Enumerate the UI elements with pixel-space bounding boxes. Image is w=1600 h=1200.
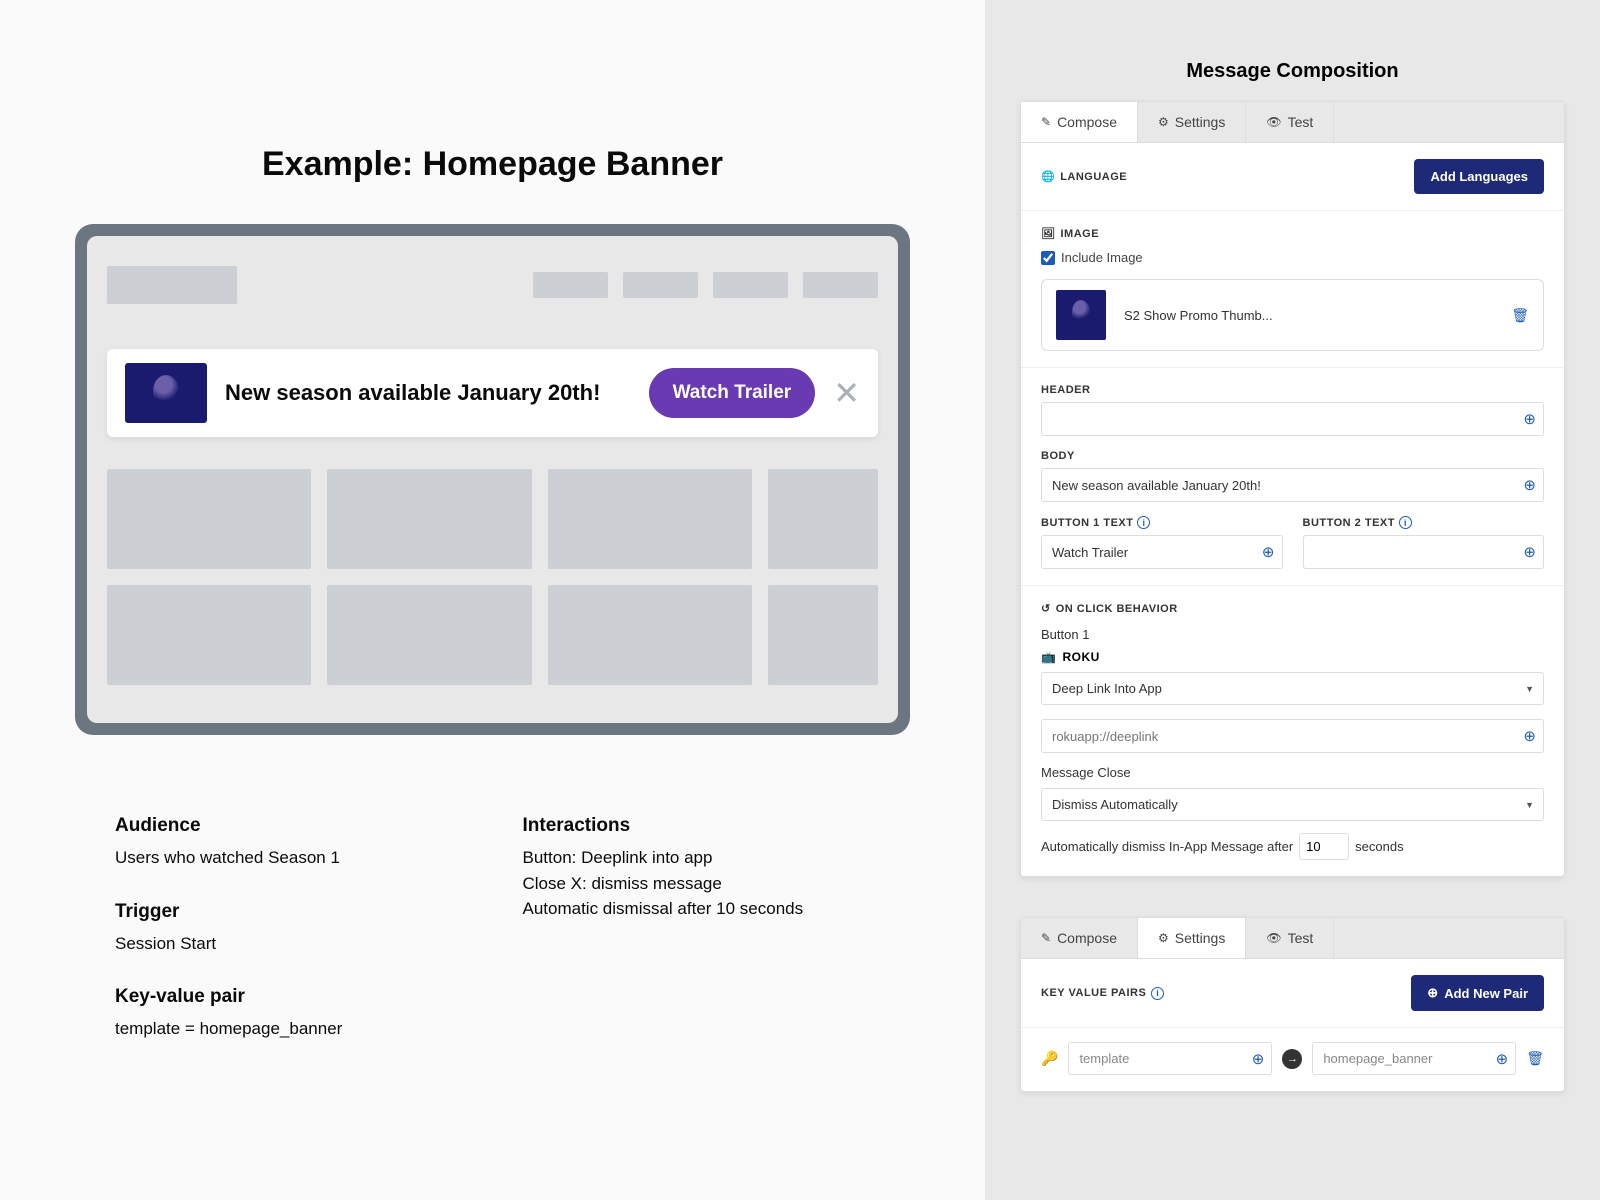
mock-card (327, 469, 531, 569)
tab-settings[interactable]: ⚙Settings (1138, 102, 1246, 142)
button1-label: BUTTON 1 TEXT (1041, 517, 1133, 529)
platform-label: ROKU (1062, 650, 1099, 664)
globe-icon: 🌐 (1041, 170, 1055, 183)
header-field-label: HEADER (1041, 384, 1544, 396)
eye-icon: 👁 (1266, 931, 1281, 945)
tab-settings[interactable]: ⚙Settings (1138, 918, 1246, 958)
trash-icon[interactable]: 🗑 (1526, 1050, 1544, 1067)
tv-icon: 📺 (1041, 650, 1056, 664)
interactions-heading: Interactions (523, 815, 871, 837)
mock-card (548, 469, 752, 569)
dismiss-seconds-input[interactable] (1299, 833, 1349, 860)
mockup-frame: New season available January 20th! Watch… (75, 224, 910, 735)
kvp-section-label: KEY VALUE PAIRS (1041, 987, 1146, 999)
include-image-label: Include Image (1061, 250, 1143, 265)
gear-icon: ⚙ (1158, 931, 1169, 945)
info-icon[interactable]: i (1151, 987, 1164, 1000)
info-icon[interactable]: i (1399, 516, 1412, 529)
tab-test[interactable]: 👁Test (1246, 102, 1334, 142)
button2-text-input[interactable] (1303, 535, 1545, 569)
key-icon: 🔑 (1041, 1050, 1058, 1067)
image-item: S2 Show Promo Thumb... 🗑 (1041, 279, 1544, 351)
tab-compose[interactable]: ✎Compose (1021, 102, 1138, 142)
interaction-line: Automatic dismissal after 10 seconds (523, 896, 871, 922)
onclick-label: ON CLICK BEHAVIOR (1056, 603, 1178, 615)
plus-icon[interactable]: ⊕ (1496, 1050, 1509, 1068)
plus-icon[interactable]: ⊕ (1523, 727, 1536, 745)
eye-icon: 👁 (1266, 115, 1281, 129)
trigger-heading: Trigger (115, 901, 463, 923)
trigger-text: Session Start (115, 931, 463, 957)
mock-logo (107, 266, 237, 304)
click-icon: ↺ (1041, 602, 1051, 615)
watch-trailer-button[interactable]: Watch Trailer (649, 368, 816, 418)
button1-text-input[interactable] (1041, 535, 1283, 569)
pencil-icon: ✎ (1041, 115, 1051, 129)
image-icon: 🖼 (1041, 227, 1055, 240)
banner-message-text: New season available January 20th! (225, 380, 649, 406)
banner-thumbnail (125, 363, 207, 423)
deeplink-input[interactable] (1041, 719, 1544, 753)
pencil-icon: ✎ (1041, 931, 1051, 945)
mock-nav-item (803, 272, 878, 298)
language-label: LANGUAGE (1060, 171, 1127, 183)
mock-nav-item (533, 272, 608, 298)
kvp-heading: Key-value pair (115, 986, 463, 1008)
mock-card (548, 585, 752, 685)
onclick-action-select[interactable]: Deep Link Into App (1041, 672, 1544, 705)
settings-card: ✎Compose ⚙Settings 👁Test KEY VALUE PAIRS… (1020, 917, 1565, 1092)
message-close-select[interactable]: Dismiss Automatically (1041, 788, 1544, 821)
mock-nav-item (623, 272, 698, 298)
plus-icon: ⊕ (1427, 985, 1438, 1001)
info-icon[interactable]: i (1137, 516, 1150, 529)
example-title: Example: Homepage Banner (0, 145, 985, 184)
mock-card (107, 585, 311, 685)
panel-title: Message Composition (1020, 60, 1565, 83)
mock-card (768, 585, 878, 685)
plus-icon[interactable]: ⊕ (1523, 543, 1536, 561)
homepage-banner: New season available January 20th! Watch… (107, 349, 878, 437)
audience-text: Users who watched Season 1 (115, 845, 463, 871)
plus-icon[interactable]: ⊕ (1262, 543, 1275, 561)
tab-compose[interactable]: ✎Compose (1021, 918, 1138, 958)
body-input[interactable] (1041, 468, 1544, 502)
header-input[interactable] (1041, 402, 1544, 436)
kvp-value-input[interactable] (1312, 1042, 1516, 1075)
tab-test[interactable]: 👁Test (1246, 918, 1334, 958)
audience-heading: Audience (115, 815, 463, 837)
dismiss-prefix: Automatically dismiss In-App Message aft… (1041, 839, 1293, 854)
mock-nav-item (713, 272, 788, 298)
mock-card (768, 469, 878, 569)
mock-card (327, 585, 531, 685)
plus-icon[interactable]: ⊕ (1523, 476, 1536, 494)
add-new-pair-button[interactable]: ⊕Add New Pair (1411, 975, 1544, 1011)
button1-onclick-label: Button 1 (1041, 627, 1544, 642)
image-thumbnail (1056, 290, 1106, 340)
interaction-line: Close X: dismiss message (523, 871, 871, 897)
message-close-label: Message Close (1041, 765, 1544, 780)
plus-icon[interactable]: ⊕ (1252, 1050, 1265, 1068)
image-label: IMAGE (1060, 228, 1099, 240)
close-icon[interactable]: ✕ (833, 374, 860, 412)
arrow-right-icon: → (1282, 1049, 1302, 1069)
button2-label: BUTTON 2 TEXT (1303, 517, 1395, 529)
image-filename: S2 Show Promo Thumb... (1124, 308, 1493, 323)
compose-card: ✎Compose ⚙Settings 👁Test 🌐 LANGUAGE Add L… (1020, 101, 1565, 877)
dismiss-suffix: seconds (1355, 839, 1403, 854)
mock-card (107, 469, 311, 569)
gear-icon: ⚙ (1158, 115, 1169, 129)
body-field-label: BODY (1041, 450, 1544, 462)
plus-icon[interactable]: ⊕ (1523, 410, 1536, 428)
add-languages-button[interactable]: Add Languages (1414, 159, 1544, 194)
trash-icon[interactable]: 🗑 (1511, 307, 1529, 324)
interaction-line: Button: Deeplink into app (523, 845, 871, 871)
include-image-checkbox[interactable] (1041, 251, 1055, 265)
kvp-text: template = homepage_banner (115, 1016, 463, 1042)
kvp-key-input[interactable] (1068, 1042, 1272, 1075)
